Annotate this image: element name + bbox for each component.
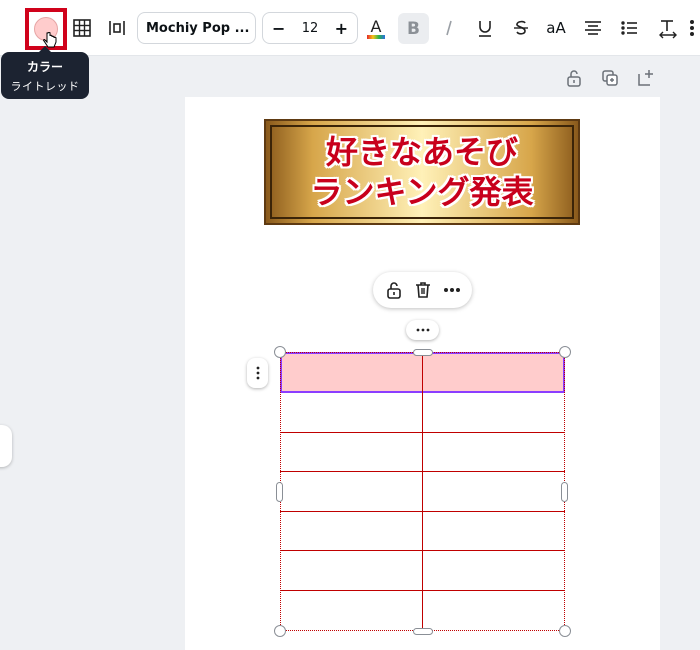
duplicate-page-icon[interactable] [600,68,620,88]
font-family-select[interactable]: Mochiy Pop ... [137,12,256,44]
letter-case-label: aA [546,19,566,37]
table-grid-icon[interactable] [68,14,96,42]
font-family-label: Mochiy Pop ... [146,20,250,36]
resize-handle-left[interactable] [276,482,283,502]
tooltip-arrow [39,46,51,52]
editor-toolbar: Mochiy Pop ... − 12 + A B aA [0,0,700,56]
tooltip-title: カラー [26,60,63,74]
unlock-icon[interactable] [383,279,405,301]
line-spacing-icon[interactable] [654,14,682,42]
banner-frame: 好きなあそび ランキング発表 [270,125,574,219]
add-page-icon[interactable] [636,68,656,88]
banner-line-1: 好きなあそび [325,133,518,171]
resize-handle-bl[interactable] [274,625,286,637]
bold-label: B [407,18,420,39]
letter-case-button[interactable]: aA [542,14,570,42]
increase-size-button[interactable]: + [335,19,348,38]
resize-handle-bottom[interactable] [413,628,433,635]
banner-line-2: ランキング発表 [310,173,534,211]
more-actions-icon[interactable] [441,279,463,301]
svg-text:A: A [371,17,382,36]
strikethrough-icon[interactable] [507,14,535,42]
resize-handle-right[interactable] [561,482,568,502]
font-size-stepper[interactable]: − 12 + [262,12,358,44]
cell-spacing-icon[interactable] [103,14,131,42]
title-banner[interactable]: 好きなあそび ランキング発表 [264,119,580,225]
bold-button[interactable]: B [398,13,429,44]
table-outline [280,352,565,631]
color-tooltip: カラー ライトレッド [1,46,89,99]
table-more-icon[interactable] [406,320,439,340]
delete-icon[interactable] [412,279,434,301]
resize-handle-br[interactable] [559,625,571,637]
underline-icon[interactable] [471,14,499,42]
font-size-value[interactable]: 12 [302,21,319,36]
resize-handle-top[interactable] [413,349,433,356]
element-action-bar [373,272,472,308]
row-options-icon[interactable] [247,358,268,388]
bullet-list-icon[interactable] [615,14,643,42]
italic-icon[interactable] [435,14,463,42]
more-options-icon[interactable] [684,14,700,42]
text-color-icon[interactable]: A [362,14,390,42]
tooltip-subtitle: ライトレッド [10,80,80,93]
align-center-icon[interactable] [579,14,607,42]
ranking-table[interactable] [280,352,565,631]
lock-page-icon[interactable] [564,68,584,88]
left-panel-toggle[interactable] [0,425,12,467]
decrease-size-button[interactable]: − [272,19,285,38]
resize-handle-tr[interactable] [559,346,571,358]
resize-handle-tl[interactable] [274,346,286,358]
